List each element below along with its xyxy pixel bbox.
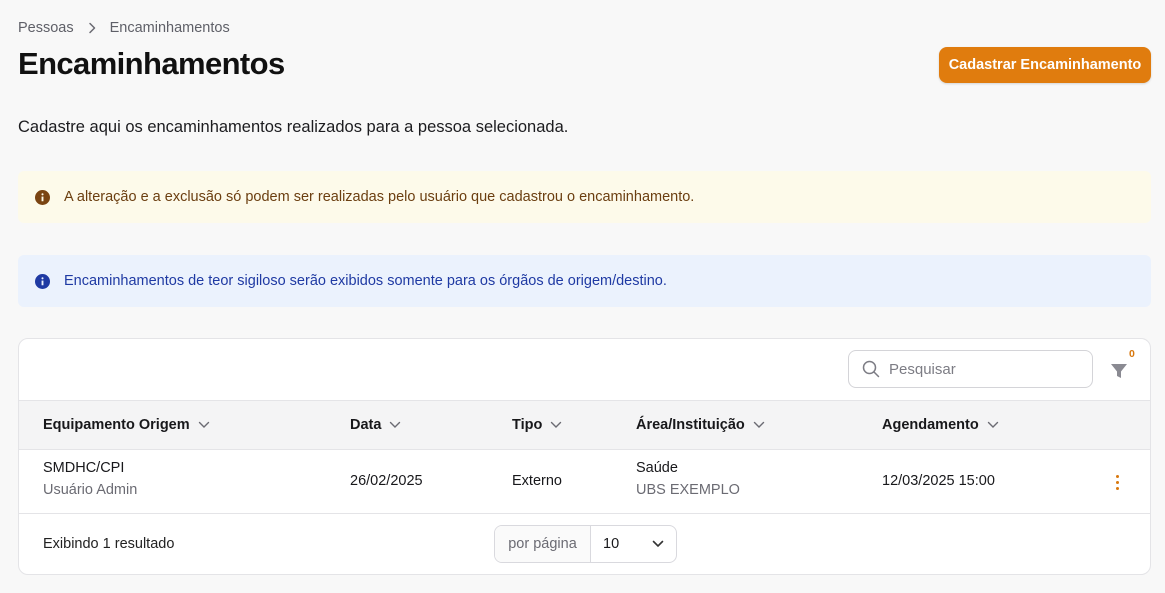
search-icon [862, 360, 880, 378]
info-alert: Encaminhamentos de teor sigiloso serão e… [18, 255, 1151, 307]
cell-data: 26/02/2025 [350, 473, 423, 489]
chevron-down-icon [652, 540, 664, 548]
column-label: Agendamento [882, 417, 979, 433]
column-header-tipo[interactable]: Tipo [512, 401, 562, 449]
info-alert-text: Encaminhamentos de teor sigiloso serão e… [64, 273, 667, 289]
column-label: Tipo [512, 417, 543, 433]
column-label: Área/Instituição [636, 417, 745, 433]
encaminhamentos-table-card: 0 Equipamento Origem Data Tipo Área/Inst… [18, 338, 1151, 575]
breadcrumb-item-encaminhamentos: Encaminhamentos [109, 20, 230, 36]
chevron-down-icon [987, 421, 998, 428]
filter-button[interactable] [1105, 357, 1133, 385]
table-row: SMDHC/CPI Usuário Admin 26/02/2025 Exter… [19, 450, 1150, 514]
column-label: Equipamento Origem [43, 417, 190, 433]
page-subtitle: Cadastre aqui os encaminhamentos realiza… [18, 118, 569, 136]
cell-tipo: Externo [512, 473, 562, 489]
table-header: Equipamento Origem Data Tipo Área/Instit… [19, 400, 1150, 450]
warning-alert: A alteração e a exclusão só podem ser re… [18, 171, 1151, 223]
chevron-down-icon [198, 421, 209, 428]
breadcrumb: Pessoas Encaminhamentos [18, 20, 230, 36]
search-box[interactable] [848, 350, 1093, 388]
per-page-select[interactable]: 10 [591, 526, 676, 562]
chevron-right-icon [88, 22, 96, 34]
column-label: Data [350, 417, 382, 433]
per-page-label: por página [495, 526, 591, 562]
column-header-area[interactable]: Área/Instituição [636, 401, 765, 449]
more-vertical-icon[interactable] [1109, 472, 1125, 492]
column-header-data[interactable]: Data [350, 401, 401, 449]
info-icon [35, 189, 50, 205]
breadcrumb-item-pessoas[interactable]: Pessoas [18, 20, 74, 36]
search-input[interactable] [889, 360, 1079, 378]
page-title: Encaminhamentos [18, 46, 285, 81]
cell-equipamento: SMDHC/CPI Usuário Admin [43, 460, 137, 498]
per-page-control: por página 10 [494, 525, 677, 563]
area: Saúde [636, 460, 678, 476]
usuario-cadastro: Usuário Admin [43, 482, 138, 498]
warning-alert-text: A alteração e a exclusão só podem ser re… [64, 189, 695, 205]
column-header-agendamento[interactable]: Agendamento [882, 401, 999, 449]
column-header-equipamento[interactable]: Equipamento Origem [43, 401, 210, 449]
instituicao: UBS EXEMPLO [636, 482, 740, 498]
per-page-value: 10 [603, 536, 620, 552]
chevron-down-icon [753, 421, 764, 428]
info-icon [35, 273, 50, 289]
filter-count-badge: 0 [1129, 348, 1135, 360]
chevron-down-icon [390, 421, 401, 428]
cell-agendamento: 12/03/2025 15:00 [882, 473, 995, 489]
equipamento-origem: SMDHC/CPI [43, 460, 125, 476]
cadastrar-encaminhamento-button[interactable]: Cadastrar Encaminhamento [939, 47, 1151, 83]
filter-icon [1110, 362, 1128, 380]
result-count: Exibindo 1 resultado [43, 536, 175, 552]
cell-area: Saúde UBS EXEMPLO [636, 460, 740, 498]
chevron-down-icon [551, 421, 562, 428]
